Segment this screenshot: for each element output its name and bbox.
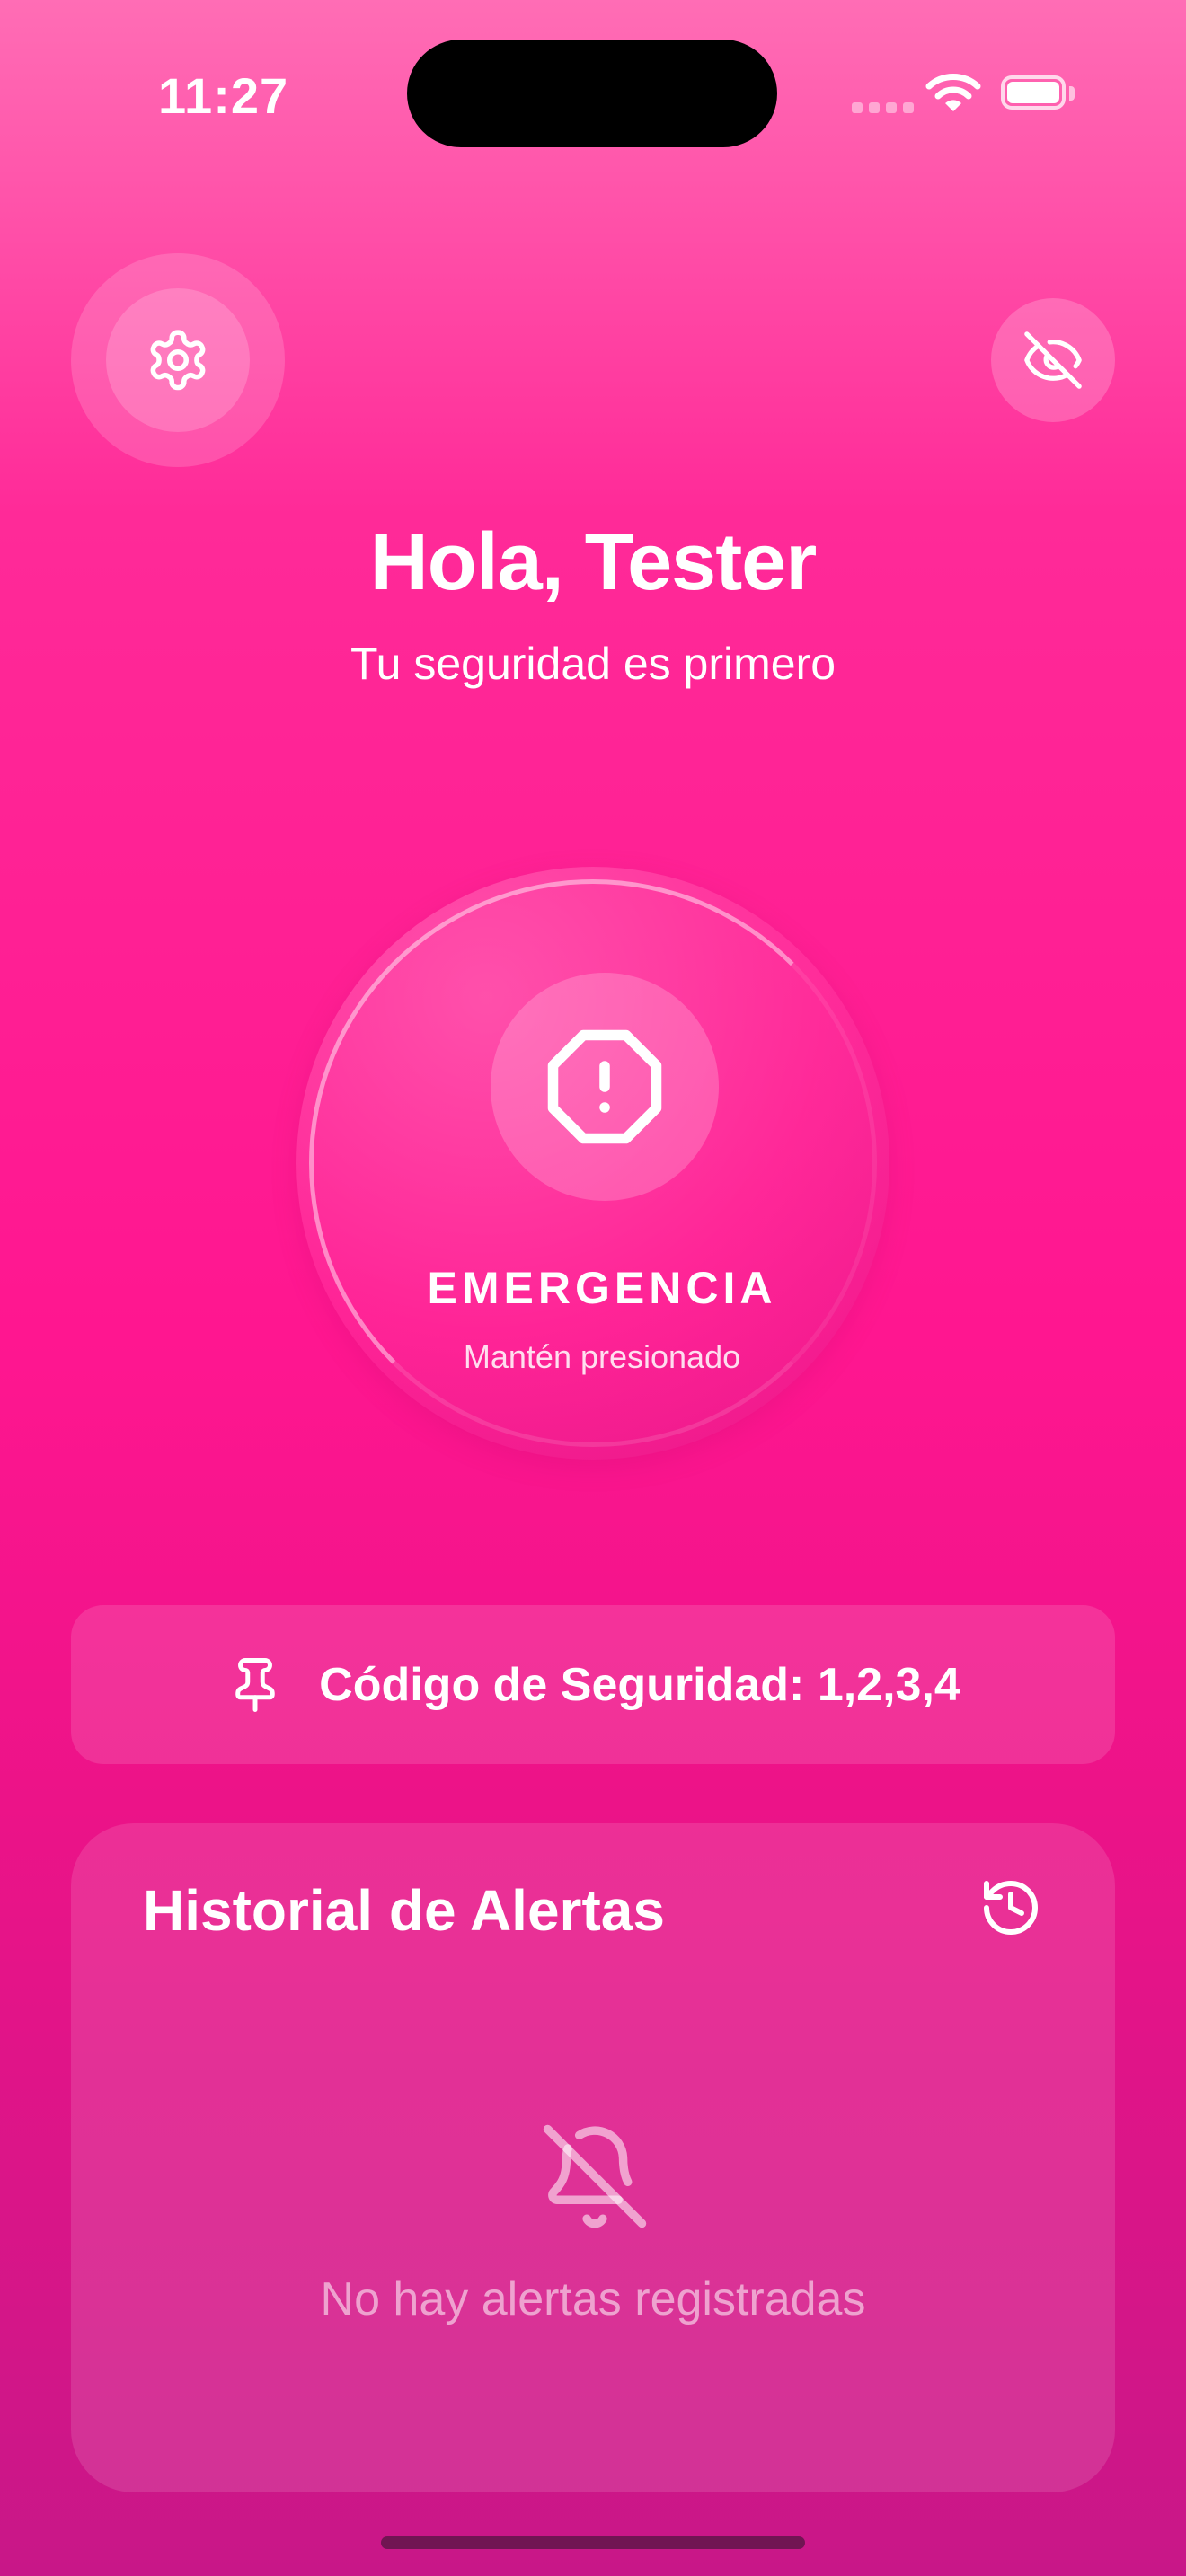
wifi-icon bbox=[925, 72, 981, 118]
security-code-text: Código de Seguridad: 1,2,3,4 bbox=[319, 1658, 960, 1711]
settings-button[interactable] bbox=[71, 253, 285, 467]
alert-history-card: Historial de Alertas No hay alertas regi… bbox=[71, 1823, 1115, 2492]
history-title: Historial de Alertas bbox=[143, 1878, 665, 1943]
settings-button-inner bbox=[106, 288, 250, 432]
greeting-title: Hola, Tester bbox=[369, 517, 818, 607]
status-time: 11:27 bbox=[158, 67, 289, 124]
gear-icon bbox=[150, 330, 206, 391]
empty-state-icon bbox=[538, 2120, 651, 2237]
octagon-alert-icon bbox=[547, 1029, 662, 1144]
empty-state-text: No hay alertas registradas bbox=[320, 2273, 866, 2325]
pin-icon bbox=[235, 1657, 275, 1712]
emergency-label: EMERGENCIA bbox=[427, 1263, 777, 1313]
bell-off-icon bbox=[543, 2124, 647, 2228]
history-icon bbox=[984, 1881, 1038, 1935]
battery-icon bbox=[1001, 75, 1066, 110]
emergency-hint: Mantén presionado bbox=[463, 1338, 741, 1375]
hide-button[interactable] bbox=[991, 298, 1115, 422]
security-code-card: Código de Seguridad: 1,2,3,4 bbox=[71, 1605, 1115, 1764]
eye-off-icon bbox=[1024, 331, 1082, 389]
history-button[interactable] bbox=[978, 1875, 1043, 1945]
dynamic-island bbox=[407, 40, 777, 147]
greeting-subtitle: Tu seguridad es primero bbox=[350, 639, 836, 689]
battery-cap bbox=[1069, 86, 1075, 101]
emergency-button[interactable]: EMERGENCIA Mantén presionado bbox=[296, 867, 890, 1460]
alert-icon-circle bbox=[491, 973, 719, 1201]
cellular-signal-icon bbox=[852, 102, 914, 113]
home-indicator[interactable] bbox=[381, 2536, 805, 2549]
